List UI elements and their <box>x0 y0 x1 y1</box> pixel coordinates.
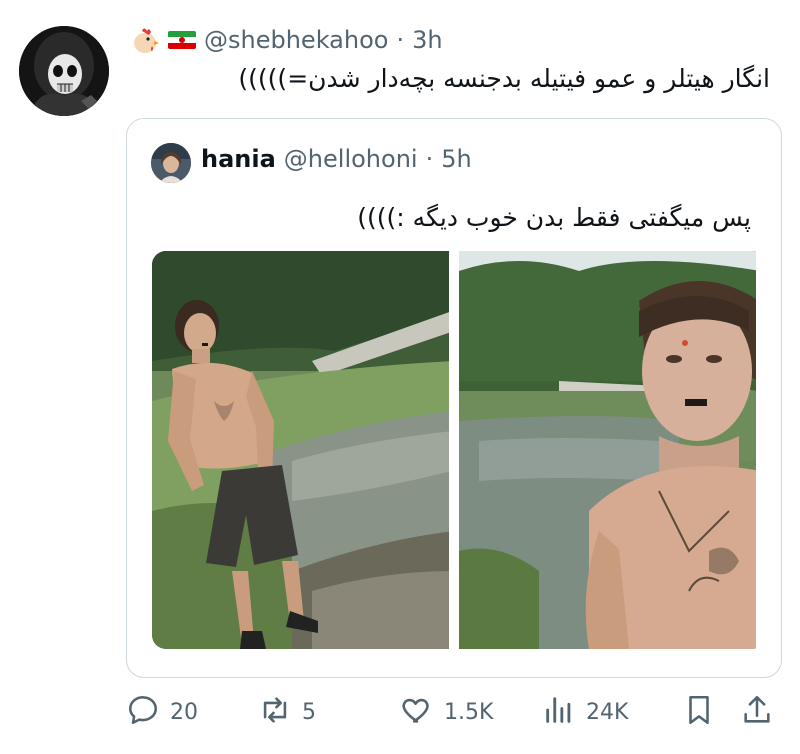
views-count: 24K <box>586 699 629 725</box>
separator-dot: · <box>396 26 405 54</box>
share-button[interactable] <box>740 690 774 734</box>
tweet-text: انگار هیتلر و عمو فیتیله بدجنسه بچه‌دار … <box>238 64 770 93</box>
quote-time[interactable]: 5h <box>441 145 471 173</box>
heart-icon <box>400 693 434 731</box>
views-chart-icon <box>542 693 576 731</box>
bookmark-button[interactable] <box>682 690 716 734</box>
photo-man-lake-full-body[interactable] <box>152 251 449 649</box>
like-button[interactable]: 1.5K <box>400 690 493 734</box>
quote-tweet-card[interactable]: hania @hellohoni · 5h پس میگفتی فقط بدن … <box>126 118 782 678</box>
reply-count: 20 <box>170 699 198 725</box>
iran-flag-icon <box>168 31 196 49</box>
media-gallery <box>152 251 766 649</box>
avatar[interactable] <box>19 26 109 116</box>
quote-text: پس میگفتی فقط بدن خوب دیگه :)))) <box>357 203 751 232</box>
author-handle[interactable]: @shebhekahoo <box>204 26 388 54</box>
photo-man-lake-selfie[interactable] <box>459 251 756 649</box>
repost-icon <box>258 693 292 731</box>
tweet-time[interactable]: 3h <box>412 26 442 54</box>
repost-button[interactable]: 5 <box>258 690 316 734</box>
share-icon <box>740 693 774 731</box>
chick-emoji-icon <box>128 24 160 56</box>
repost-count: 5 <box>302 699 316 725</box>
quote-author-name[interactable]: hania <box>201 145 276 173</box>
separator-dot: · <box>425 145 434 173</box>
tweet-header: @shebhekahoo · 3h <box>128 20 443 60</box>
like-count: 1.5K <box>444 699 494 725</box>
views-button[interactable]: 24K <box>542 690 628 734</box>
reply-icon <box>126 693 160 731</box>
quote-avatar[interactable] <box>151 143 191 183</box>
quote-author-handle[interactable]: @hellohoni <box>284 145 418 173</box>
reply-button[interactable]: 20 <box>126 690 198 734</box>
quote-header: hania @hellohoni · 5h <box>201 145 472 173</box>
bookmark-icon <box>682 693 716 731</box>
action-bar: 20 5 1.5K 24K <box>126 690 780 734</box>
